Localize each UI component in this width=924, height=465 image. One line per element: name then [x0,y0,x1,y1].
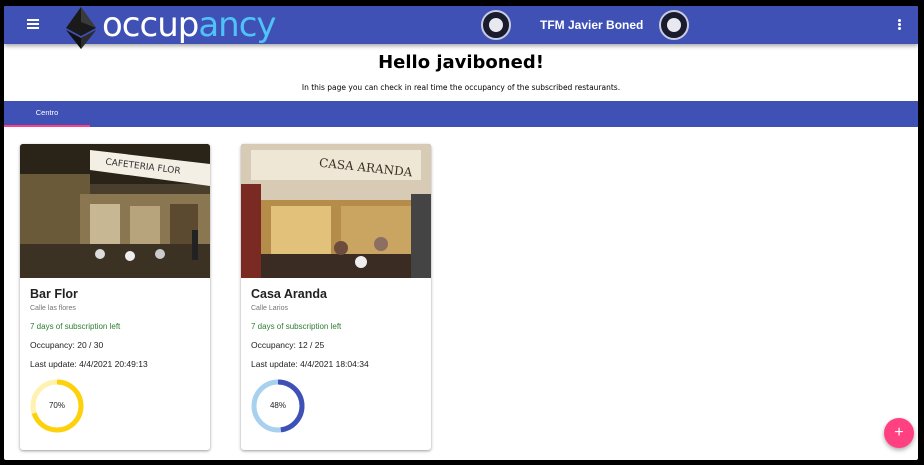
restaurant-card[interactable]: CAFETERIA FLOR Bar Flor Calle las flores… [20,144,210,450]
add-restaurant-button[interactable]: + [884,418,914,448]
logo-text-part2: ancy [198,6,276,45]
university-seal-icon [659,10,689,40]
zone-tabbar: Centro [4,101,918,127]
university-seal-icon [481,10,511,40]
logo-text-part1: occup [102,6,199,45]
add-icon: + [894,424,904,441]
menu-icon[interactable] [24,17,42,33]
page-greeting: Hello javiboned! [378,52,544,73]
restaurant-street: Calle las flores [30,305,76,312]
app-title: TFM Javier Boned [540,18,644,32]
app-page: occupancy TFM Javier Boned Hello javibon… [4,6,918,460]
restaurant-name: Bar Flor [30,287,78,301]
restaurant-photo: CASA ARANDA [241,144,431,278]
subscription-status: 7 days of subscription left [251,322,342,331]
occupancy-count: Occupancy: 20 / 30 [30,340,104,350]
occupancy-count: Occupancy: 12 / 25 [251,340,325,350]
logo-diamond-icon [66,7,96,49]
more-vert-icon[interactable] [894,18,904,34]
page-intro: In this page you can check in real time … [301,83,621,92]
occupancy-percent: 70% [48,401,65,410]
top-toolbar: occupancy TFM Javier Boned [4,6,918,49]
occupancy-percent: 48% [269,401,286,410]
tab-label: Centro [35,108,59,117]
restaurant-street: Calle Larios [251,305,288,312]
occupancy-gauge: 70% [29,378,85,434]
restaurant-name: Casa Aranda [251,287,327,301]
occupancy-gauge: 48% [250,378,306,434]
tab-centro[interactable]: Centro [4,101,90,127]
tab-selected-indicator [4,125,90,127]
last-update: Last update: 4/4/2021 20:49:13 [30,359,148,369]
restaurant-photo: CAFETERIA FLOR [20,144,210,278]
restaurant-card[interactable]: CASA ARANDA Casa Aranda Calle Larios 7 d… [241,144,431,450]
subscription-status: 7 days of subscription left [30,322,121,331]
window-frame: occupancy TFM Javier Boned Hello javibon… [0,0,924,465]
logo-wordmark: occupancy [102,6,277,45]
last-update: Last update: 4/4/2021 18:04:34 [251,359,369,369]
